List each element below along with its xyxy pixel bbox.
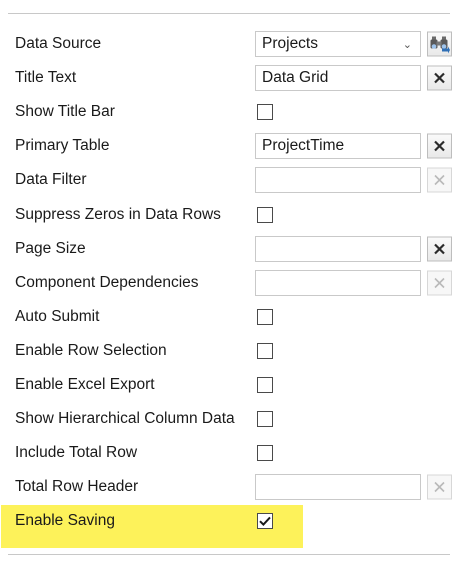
- enable-row-selection-checkbox[interactable]: [257, 342, 273, 359]
- clear-x-icon: [434, 72, 445, 84]
- row-title-text: Title Text Data Grid: [8, 61, 458, 95]
- row-primary-table: Primary Table ProjectTime: [8, 129, 458, 163]
- bottom-divider: [8, 554, 450, 555]
- clear-x-icon: [434, 482, 445, 493]
- row-enable-excel-export: Enable Excel Export: [8, 368, 458, 402]
- label-total-row-header: Total Row Header: [15, 478, 139, 496]
- show-hierarchical-column-data-checkbox[interactable]: [257, 411, 273, 428]
- label-data-source: Data Source: [15, 35, 102, 53]
- clear-data-filter-button[interactable]: [427, 167, 452, 193]
- label-enable-saving: Enable Saving: [15, 512, 115, 530]
- binoculars-icon: [430, 36, 450, 54]
- clear-x-icon: [434, 243, 445, 254]
- clear-x-icon: [434, 277, 445, 288]
- clear-title-text-button[interactable]: [427, 65, 452, 91]
- enable-excel-export-checkbox[interactable]: [257, 376, 273, 393]
- row-suppress-zeros: Suppress Zeros in Data Rows: [8, 197, 458, 231]
- row-page-size: Page Size: [8, 232, 458, 266]
- label-auto-submit: Auto Submit: [15, 307, 100, 325]
- row-enable-saving: Enable Saving: [8, 504, 458, 538]
- label-data-filter: Data Filter: [15, 171, 87, 189]
- label-suppress-zeros: Suppress Zeros in Data Rows: [15, 205, 221, 223]
- row-include-total-row: Include Total Row: [8, 436, 458, 470]
- label-enable-row-selection: Enable Row Selection: [15, 341, 167, 359]
- label-include-total-row: Include Total Row: [15, 444, 138, 462]
- browse-data-source-button[interactable]: [427, 31, 452, 57]
- include-total-row-checkbox[interactable]: [257, 445, 273, 462]
- chevron-down-icon: ⌄: [402, 39, 412, 52]
- label-show-hierarchical-column-data: Show Hierarchical Column Data: [15, 410, 235, 428]
- row-show-hierarchical-column-data: Show Hierarchical Column Data: [8, 402, 458, 436]
- title-text-input[interactable]: Data Grid: [255, 65, 421, 92]
- label-enable-excel-export: Enable Excel Export: [15, 375, 155, 393]
- show-title-bar-checkbox[interactable]: [257, 104, 273, 121]
- data-source-select[interactable]: Projects ⌄: [255, 31, 421, 58]
- enable-saving-checkbox[interactable]: [257, 513, 273, 530]
- row-show-title-bar: Show Title Bar: [8, 95, 458, 129]
- total-row-header-input[interactable]: [255, 474, 421, 501]
- auto-submit-checkbox[interactable]: [257, 308, 273, 325]
- properties-panel: Data Source Projects ⌄ Title Text Data G…: [8, 27, 458, 538]
- clear-x-icon: [434, 175, 445, 186]
- clear-component-dependencies-button[interactable]: [427, 270, 452, 296]
- clear-page-size-button[interactable]: [427, 236, 452, 262]
- checkmark-icon: [259, 517, 271, 527]
- data-source-value: Projects: [262, 35, 318, 53]
- label-page-size: Page Size: [15, 239, 86, 257]
- component-dependencies-input[interactable]: [255, 269, 421, 296]
- label-component-dependencies: Component Dependencies: [15, 273, 199, 291]
- row-component-dependencies: Component Dependencies: [8, 266, 458, 300]
- row-data-filter: Data Filter: [8, 163, 458, 197]
- top-divider: [8, 13, 450, 14]
- label-show-title-bar: Show Title Bar: [15, 103, 115, 121]
- clear-x-icon: [434, 141, 445, 152]
- page-size-input[interactable]: [255, 235, 421, 262]
- row-data-source: Data Source Projects ⌄: [8, 27, 458, 61]
- clear-total-row-header-button[interactable]: [427, 474, 452, 500]
- row-enable-row-selection: Enable Row Selection: [8, 334, 458, 368]
- clear-primary-table-button[interactable]: [427, 133, 452, 159]
- primary-table-input[interactable]: ProjectTime: [255, 133, 421, 160]
- data-filter-input[interactable]: [255, 167, 421, 194]
- label-primary-table: Primary Table: [15, 137, 110, 155]
- row-total-row-header: Total Row Header: [8, 470, 458, 504]
- label-title-text: Title Text: [15, 69, 77, 87]
- row-auto-submit: Auto Submit: [8, 300, 458, 334]
- suppress-zeros-checkbox[interactable]: [257, 206, 273, 223]
